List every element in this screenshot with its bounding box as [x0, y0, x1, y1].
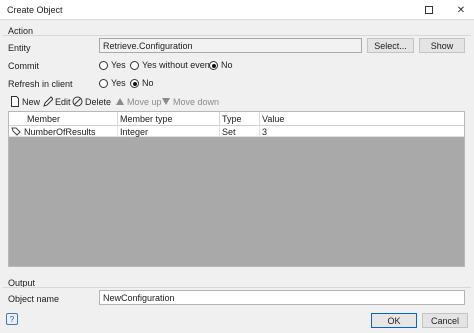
- cell-divider: [259, 126, 260, 137]
- cancel-button[interactable]: Cancel: [422, 313, 468, 328]
- refresh-label: Refresh in client: [8, 79, 73, 89]
- new-label: New: [22, 96, 41, 107]
- column-header-member[interactable]: Member: [27, 114, 60, 124]
- refresh-option-no: No: [142, 78, 154, 88]
- delete-icon: [72, 96, 83, 107]
- refresh-option-yes: Yes: [111, 78, 126, 88]
- new-document-icon: [11, 96, 19, 107]
- column-divider: [219, 112, 220, 126]
- commit-radio-no[interactable]: [209, 61, 218, 70]
- commit-option-no: No: [221, 60, 233, 70]
- members-table: Member Member type Type Value NumberOfRe…: [8, 111, 465, 267]
- close-button[interactable]: ✕: [449, 0, 473, 20]
- show-button[interactable]: Show: [419, 38, 465, 53]
- delete-label: Delete: [85, 96, 112, 107]
- cell-type: Set: [222, 127, 236, 137]
- action-group-divider: [3, 35, 471, 36]
- object-name-field[interactable]: NewConfiguration: [99, 290, 465, 305]
- cell-divider: [117, 126, 118, 137]
- object-name-label: Object name: [8, 294, 60, 304]
- title-bar: Create Object ✕: [0, 0, 474, 20]
- move-down-label: Move down: [173, 96, 220, 107]
- commit-radio-yes[interactable]: [99, 61, 108, 70]
- select-button[interactable]: Select...: [367, 38, 414, 53]
- entity-field[interactable]: Retrieve.Configuration: [99, 38, 362, 53]
- help-icon[interactable]: ?: [6, 313, 18, 325]
- edit-label: Edit: [55, 96, 71, 107]
- triangle-up-icon: [116, 98, 124, 105]
- cell-member: NumberOfResults: [24, 127, 96, 137]
- refresh-radio-yes[interactable]: [99, 79, 108, 88]
- pencil-icon: [43, 96, 53, 107]
- edit-button[interactable]: Edit: [43, 95, 71, 108]
- column-divider: [259, 112, 260, 126]
- move-up-label: Move up: [127, 96, 162, 107]
- commit-option-yes-without-events: Yes without events: [142, 60, 217, 70]
- entity-label: Entity: [8, 43, 31, 53]
- refresh-radio-no[interactable]: [130, 79, 139, 88]
- column-header-type[interactable]: Type: [222, 114, 242, 124]
- move-up-button[interactable]: Move up: [115, 95, 162, 108]
- move-down-button[interactable]: Move down: [161, 95, 219, 108]
- column-divider: [117, 112, 118, 126]
- cell-value: 3: [262, 127, 268, 137]
- triangle-down-icon: [162, 98, 170, 105]
- commit-option-yes: Yes: [111, 60, 126, 70]
- close-icon: ✕: [456, 4, 466, 16]
- output-group-divider: [3, 287, 471, 288]
- cell-member-type: Integer: [120, 127, 149, 137]
- maximize-button[interactable]: [417, 0, 441, 20]
- cell-divider: [219, 126, 220, 137]
- ok-button[interactable]: OK: [371, 313, 417, 328]
- commit-radio-yes-without-events[interactable]: [130, 61, 139, 70]
- delete-button[interactable]: Delete: [72, 95, 111, 108]
- new-button[interactable]: New: [10, 95, 40, 108]
- table-row[interactable]: NumberOfResults Integer Set 3: [9, 126, 464, 137]
- table-header: Member Member type Type Value: [9, 112, 464, 126]
- member-tag-icon: [11, 127, 21, 136]
- column-header-value[interactable]: Value: [262, 114, 284, 124]
- maximize-icon: [425, 6, 433, 14]
- window-title: Create Object: [7, 5, 63, 15]
- commit-label: Commit: [8, 61, 39, 71]
- column-header-member-type[interactable]: Member type: [120, 114, 173, 124]
